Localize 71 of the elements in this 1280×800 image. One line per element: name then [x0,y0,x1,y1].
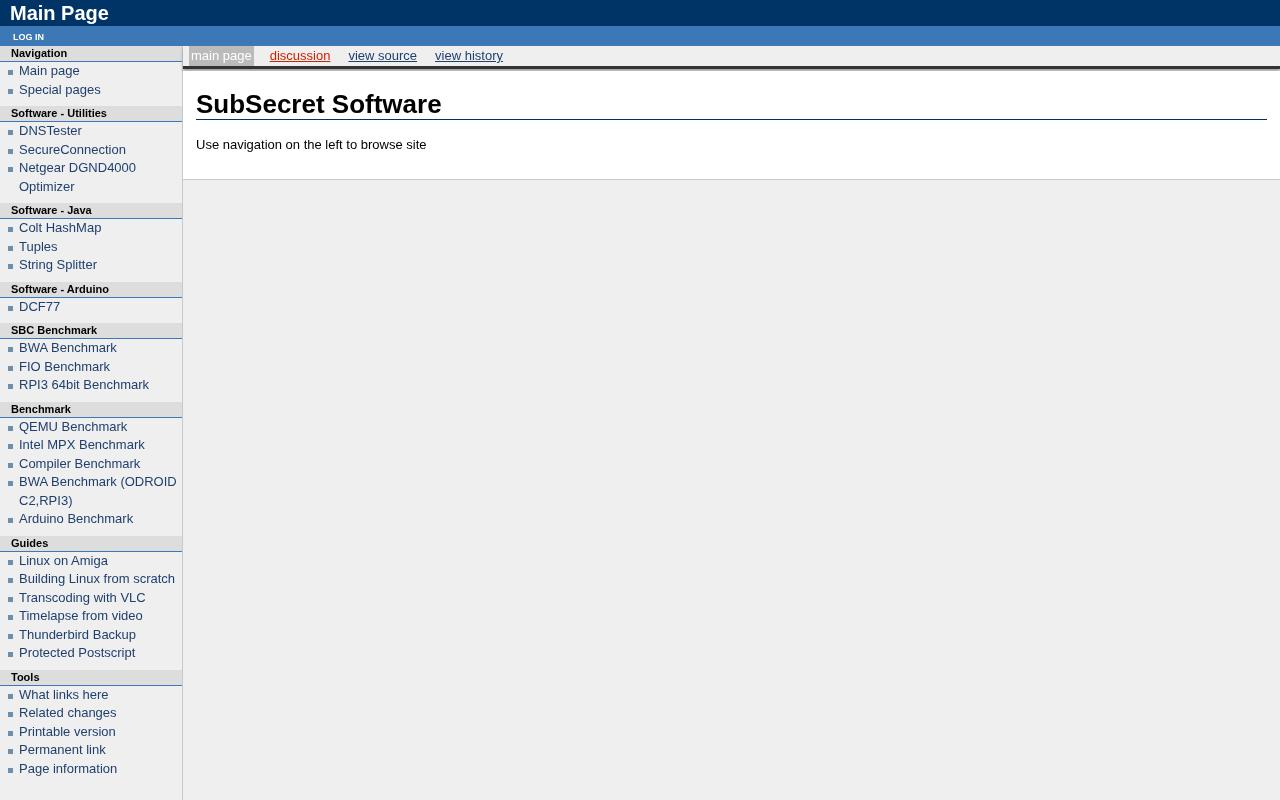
page-tab[interactable]: view source [346,46,420,66]
sidebar-link[interactable]: RPI3 64bit Benchmark [19,376,150,395]
sidebar-link[interactable]: Permanent link [19,741,106,760]
bullet-icon [8,596,13,602]
sidebar-heading: SBC Benchmark [0,323,182,339]
sidebar-link[interactable]: Special pages [19,80,101,99]
sidebar-heading: Software - Utilities [0,106,182,122]
sidebar-link[interactable]: Printable version [19,722,116,741]
bullet-icon [8,578,13,583]
sidebar-link[interactable]: Netgear DGND4000 Optimizer [19,159,178,196]
sidebar-link[interactable]: Page information [19,759,118,778]
bullet-icon [8,633,13,639]
sidebar-link[interactable]: Related changes [19,704,117,723]
page-tab[interactable]: view history [433,46,505,66]
bullet-icon [8,652,13,657]
bullet-icon [8,227,13,232]
sidebar-link[interactable]: Timelapse from video [19,607,143,626]
sidebar-link[interactable]: Thunderbird Backup [19,625,137,644]
bullet-icon [8,518,13,523]
sidebar-link[interactable]: Arduino Benchmark [19,510,134,529]
sidebar-link[interactable]: QEMU Benchmark [19,417,128,436]
sidebar-link[interactable]: Intel MPX Benchmark [19,436,145,455]
bullet-icon [8,730,13,736]
sidebar-heading: Benchmark [0,401,182,418]
bullet-icon [8,749,13,754]
bullet-icon [8,559,13,565]
bullet-icon [8,305,13,311]
sidebar-link[interactable]: BWA Benchmark [19,339,117,358]
sidebar-heading: Software - Java [0,203,182,219]
bullet-icon [8,245,13,251]
bullet-icon [8,130,13,135]
bullet-icon [8,425,13,431]
bullet-icon [8,767,13,773]
page-title: Main Page [10,1,109,25]
sidebar-heading: Tools [0,669,182,686]
sidebar-link[interactable]: Main page [19,62,80,81]
sidebar-link[interactable]: DNSTester [19,122,82,141]
content-heading: SubSecret Software [196,89,1267,120]
sidebar-heading: Navigation [0,46,182,62]
sidebar-link[interactable]: Compiler Benchmark [19,454,141,473]
bullet-icon [8,347,13,352]
sidebar-link[interactable]: String Splitter [19,256,98,275]
bullet-icon [8,615,13,620]
sidebar-link[interactable]: Building Linux from scratch [19,570,176,589]
sidebar-link[interactable]: What links here [19,685,109,704]
sidebar-heading: Guides [0,535,182,552]
bullet-icon [8,148,13,154]
bullet-icon [8,712,13,717]
sidebar-link[interactable]: Transcoding with VLC [19,588,146,607]
sidebar-link[interactable]: Colt HashMap [19,219,102,238]
sidebar-link[interactable]: Protected Postscript [19,644,136,663]
bullet-icon [8,167,13,172]
bullet-icon [8,384,13,389]
content-text: Use navigation on the left to browse site [196,137,428,152]
bullet-icon [8,462,13,468]
bullet-icon [8,693,13,699]
sidebar-link[interactable]: Tuples [19,237,58,256]
login-link[interactable]: LOG IN [13,32,44,42]
sidebar-link[interactable]: Linux on Amiga [19,551,108,570]
bullet-icon [8,264,13,269]
bullet-icon [8,444,13,449]
sidebar-link[interactable]: SecureConnection [19,140,126,159]
sidebar-link[interactable]: BWA Benchmark (ODROID C2,RPI3) [19,473,178,510]
bullet-icon [8,88,13,94]
sidebar-link[interactable]: FIO Benchmark [19,357,111,376]
bullet-icon [8,365,13,371]
bullet-icon [8,70,13,75]
sidebar-link[interactable]: DCF77 [19,297,61,316]
sidebar-heading: Software - Arduino [0,281,182,298]
page-tab[interactable]: discussion [267,46,333,66]
bullet-icon [8,481,13,486]
